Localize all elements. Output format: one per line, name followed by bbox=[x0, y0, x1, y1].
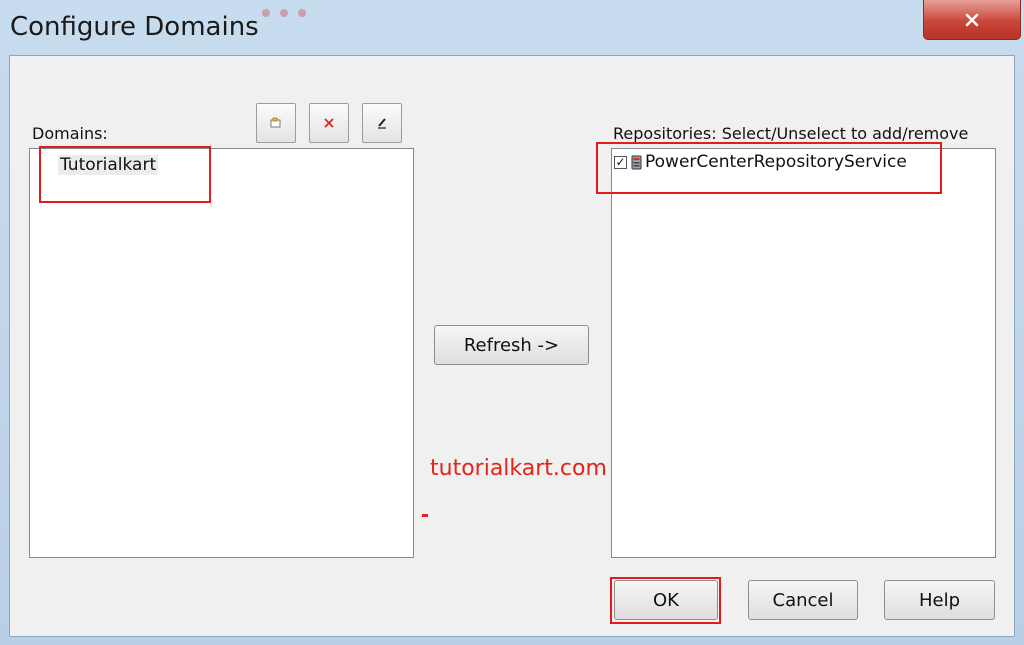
cancel-button[interactable]: Cancel bbox=[748, 580, 858, 620]
domains-listbox[interactable] bbox=[29, 148, 414, 558]
domain-highlight-annotation bbox=[39, 146, 211, 203]
edit-domain-button[interactable] bbox=[362, 103, 402, 143]
ok-highlight-annotation bbox=[610, 577, 721, 624]
remove-domain-icon bbox=[324, 118, 334, 128]
edit-domain-icon bbox=[378, 118, 386, 129]
remove-domain-button[interactable] bbox=[309, 103, 349, 143]
repository-highlight-annotation bbox=[596, 142, 942, 194]
domains-label: Domains: bbox=[32, 124, 108, 143]
configure-domains-window: Configure Domains Domains: Tutorialkart … bbox=[0, 0, 1024, 645]
add-domain-button[interactable] bbox=[256, 103, 296, 143]
background-window-controls bbox=[262, 2, 322, 17]
close-button[interactable] bbox=[923, 0, 1021, 40]
refresh-button[interactable]: Refresh -> bbox=[434, 325, 589, 365]
add-domain-icon bbox=[270, 117, 281, 128]
watermark-mark bbox=[422, 514, 428, 517]
close-icon bbox=[965, 13, 979, 26]
watermark-text: tutorialkart.com bbox=[430, 456, 607, 481]
window-title: Configure Domains bbox=[10, 12, 259, 42]
repositories-label: Repositories: Select/Unselect to add/rem… bbox=[613, 124, 969, 143]
help-button[interactable]: Help bbox=[884, 580, 995, 620]
repositories-listbox[interactable] bbox=[611, 148, 996, 558]
